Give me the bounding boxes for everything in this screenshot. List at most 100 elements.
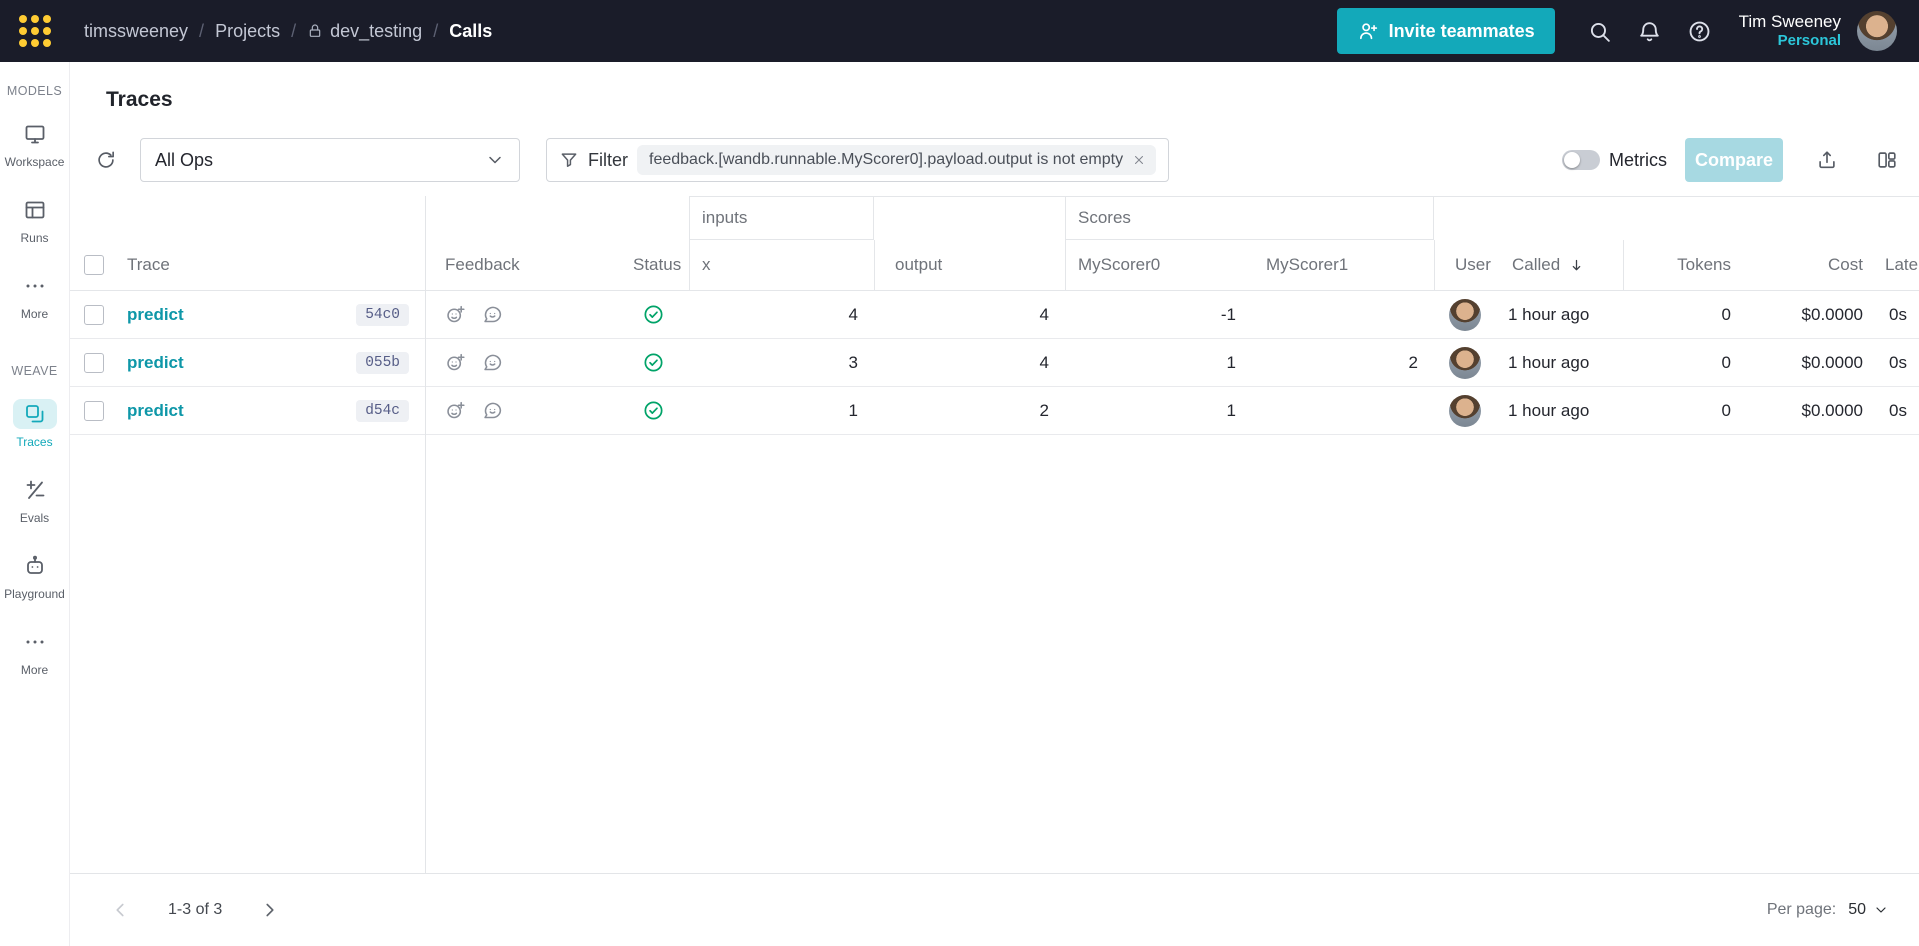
group-header-scores: Scores — [1065, 196, 1434, 240]
sidebar-item-traces[interactable]: Traces — [0, 386, 69, 462]
add-reaction-icon[interactable] — [445, 352, 466, 373]
cell-tokens: 0 — [1721, 352, 1731, 372]
cell-cost: $0.0000 — [1801, 304, 1863, 324]
table-row[interactable]: predict d54c 1 2 1 1 hour ago 0 $0.0000 — [70, 387, 1919, 435]
cell-tokens: 0 — [1721, 304, 1731, 324]
column-header-latency[interactable]: Latency — [1875, 240, 1919, 290]
left-sidebar: MODELS Workspace Runs More WEAVE Traces … — [0, 62, 70, 946]
comment-icon[interactable] — [482, 400, 503, 421]
search-icon[interactable] — [1581, 12, 1619, 50]
breadcrumb-entity[interactable]: timssweeney — [84, 21, 188, 42]
filter-chip[interactable]: feedback.[wandb.runnable.MyScorer0].payl… — [637, 145, 1157, 175]
trace-link[interactable]: predict — [127, 401, 184, 421]
status-success-icon — [642, 351, 665, 374]
sidebar-item-label: Traces — [16, 435, 53, 449]
sidebar-item-more-models[interactable]: More — [0, 258, 69, 334]
sidebar-item-label: More — [20, 307, 49, 321]
overflow-dots-icon — [13, 271, 57, 301]
table-row[interactable]: predict 54c0 4 4 -1 1 hour ago 0 $0.0000 — [70, 291, 1919, 339]
column-header-cost[interactable]: Cost — [1743, 240, 1875, 290]
trace-id-badge: 54c0 — [356, 303, 409, 326]
previous-page-icon[interactable] — [106, 896, 134, 924]
column-header-trace[interactable]: Trace — [117, 240, 425, 290]
breadcrumb-separator: / — [433, 20, 439, 41]
cell-cost: $0.0000 — [1801, 400, 1863, 420]
breadcrumb-projects[interactable]: Projects — [215, 21, 280, 42]
sidebar-item-label: Playground — [4, 587, 65, 601]
per-page-control: Per page: 50 — [1767, 901, 1889, 919]
column-header-feedback[interactable]: Feedback — [425, 240, 618, 290]
sidebar-item-playground[interactable]: Playground — [0, 538, 69, 614]
column-header-called[interactable]: Called — [1496, 240, 1623, 290]
breadcrumb-calls[interactable]: Calls — [449, 21, 492, 42]
row-checkbox[interactable] — [83, 304, 104, 325]
cell-myscorer0: 1 — [1226, 352, 1236, 372]
sidebar-item-label: Evals — [19, 511, 50, 525]
filter-funnel-icon — [559, 150, 579, 170]
user-avatar[interactable] — [1857, 11, 1897, 51]
notifications-bell-icon[interactable] — [1631, 12, 1669, 50]
export-icon[interactable] — [1805, 138, 1849, 182]
overflow-dots-icon — [13, 627, 57, 657]
column-header-tokens[interactable]: Tokens — [1623, 240, 1743, 290]
sidebar-item-more-weave[interactable]: More — [0, 614, 69, 690]
breadcrumb-separator: / — [291, 20, 297, 41]
add-reaction-icon[interactable] — [445, 304, 466, 325]
column-header-myscorer1[interactable]: MyScorer1 — [1252, 240, 1434, 290]
sidebar-item-evals[interactable]: Evals — [0, 462, 69, 538]
comment-icon[interactable] — [482, 352, 503, 373]
playground-icon — [13, 551, 57, 581]
sidebar-section-models: MODELS — [6, 84, 63, 98]
sidebar-item-label: Runs — [20, 231, 49, 245]
sidebar-section-weave: WEAVE — [11, 364, 58, 378]
help-icon[interactable] — [1681, 12, 1719, 50]
chevron-down-icon — [485, 150, 505, 170]
calls-table: inputs Scores Trace Feedback Status x ou… — [70, 196, 1919, 435]
row-user-avatar — [1449, 394, 1481, 427]
row-checkbox[interactable] — [83, 400, 104, 421]
traces-icon — [12, 399, 57, 429]
add-reaction-icon[interactable] — [445, 400, 466, 421]
comment-icon[interactable] — [482, 304, 503, 325]
wandb-logo[interactable] — [0, 0, 70, 62]
column-header-row: Trace Feedback Status x output MyScorer0… — [70, 240, 1919, 291]
cell-myscorer0: 1 — [1226, 400, 1236, 420]
evals-icon — [13, 475, 57, 505]
filter-label: Filter — [588, 149, 628, 170]
sidebar-item-runs[interactable]: Runs — [0, 182, 69, 258]
column-header-output[interactable]: output — [874, 240, 1065, 290]
metrics-toggle[interactable] — [1562, 150, 1600, 170]
column-header-user[interactable]: User — [1434, 240, 1496, 290]
table-row[interactable]: predict 055b 3 4 1 2 1 hour ago 0 $0.000… — [70, 339, 1919, 387]
filter-chip-remove-icon[interactable] — [1132, 153, 1146, 167]
column-header-status[interactable]: Status — [618, 240, 689, 290]
row-checkbox[interactable] — [83, 352, 104, 373]
user-workspace: Personal — [1777, 32, 1841, 50]
sort-desc-arrow-icon — [1568, 257, 1585, 274]
invite-teammates-label: Invite teammates — [1388, 20, 1535, 41]
column-header-x[interactable]: x — [689, 240, 874, 290]
refresh-button[interactable] — [84, 138, 128, 182]
user-menu[interactable]: Tim Sweeney Personal — [1739, 11, 1841, 51]
op-filter-select[interactable]: All Ops — [140, 138, 520, 182]
cell-x: 4 — [848, 304, 858, 324]
column-header-myscorer0[interactable]: MyScorer0 — [1065, 240, 1252, 290]
cell-myscorer1 — [1252, 387, 1434, 434]
select-all-checkbox[interactable] — [83, 255, 104, 275]
invite-teammates-button[interactable]: Invite teammates — [1336, 8, 1555, 54]
next-page-icon[interactable] — [256, 896, 284, 924]
filter-bar[interactable]: Filter feedback.[wandb.runnable.MyScorer… — [546, 138, 1170, 182]
person-add-icon — [1357, 20, 1379, 42]
cell-x: 3 — [848, 352, 858, 372]
sidebar-item-workspace[interactable]: Workspace — [0, 106, 69, 182]
column-manager-icon[interactable] — [1865, 138, 1909, 182]
breadcrumb-separator: / — [199, 20, 205, 41]
per-page-select[interactable]: 50 — [1848, 901, 1889, 919]
trace-link[interactable]: predict — [127, 305, 184, 325]
user-name: Tim Sweeney — [1738, 12, 1841, 31]
status-success-icon — [642, 399, 665, 422]
trace-link[interactable]: predict — [127, 353, 184, 373]
compare-button[interactable]: Compare — [1685, 138, 1783, 182]
breadcrumb: timssweeney / Projects / dev_testing / C… — [84, 21, 492, 42]
breadcrumb-project[interactable]: dev_testing — [307, 21, 422, 42]
